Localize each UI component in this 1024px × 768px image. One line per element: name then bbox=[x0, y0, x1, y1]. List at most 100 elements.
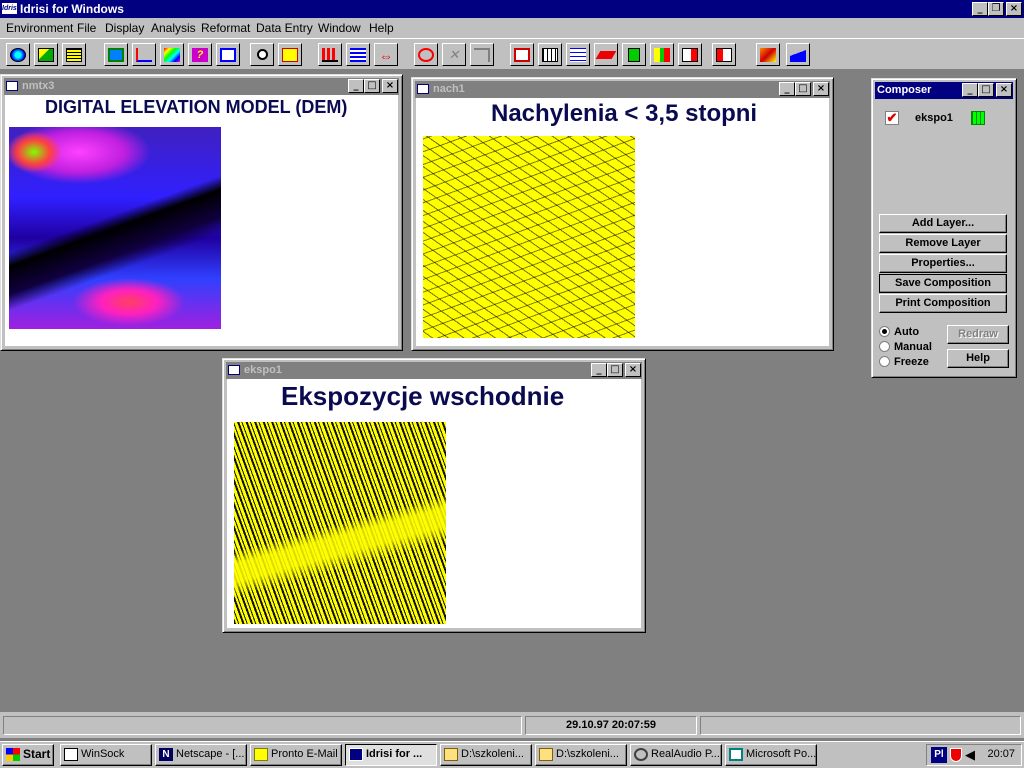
redraw-button[interactable]: Redraw bbox=[947, 325, 1009, 344]
menu-data-entry[interactable]: Data Entry bbox=[256, 21, 313, 35]
menu-analysis[interactable]: Analysis bbox=[151, 21, 196, 35]
system-tray: Pl ◀ 20:07 bbox=[926, 744, 1022, 766]
taskbar-button-idrisi[interactable]: Idrisi for ... bbox=[345, 744, 437, 766]
taskbar-button-powerpoint[interactable]: Microsoft Po... bbox=[725, 744, 817, 766]
minimize-button[interactable]: _ bbox=[779, 82, 795, 96]
target-button[interactable] bbox=[414, 43, 438, 66]
histogram-button[interactable] bbox=[318, 43, 342, 66]
list-tool-button[interactable] bbox=[62, 43, 86, 66]
composer-caption[interactable]: Composer _ □ × bbox=[875, 82, 1013, 99]
exchange-button[interactable]: ⇔ bbox=[374, 43, 398, 66]
minimize-button[interactable]: _ bbox=[591, 363, 607, 377]
window-ekspo1-caption[interactable]: ekspo1 _ □ × bbox=[226, 362, 642, 379]
radio-auto-indicator[interactable] bbox=[879, 326, 890, 337]
maximize-button[interactable]: □ bbox=[978, 83, 994, 97]
taskbar-button-netscape[interactable]: N Netscape - [... bbox=[155, 744, 247, 766]
query-button[interactable]: ? bbox=[188, 43, 212, 66]
add-layer-button[interactable]: Add Layer... bbox=[879, 214, 1007, 233]
task-label: Netscape - [... bbox=[176, 748, 245, 760]
tools-button[interactable]: ✕ bbox=[442, 43, 466, 66]
window-nach1-caption[interactable]: nach1 _ □ × bbox=[415, 81, 830, 98]
window-nmtx3-caption[interactable]: nmtx3 _ □ × bbox=[4, 78, 399, 95]
arrow-button[interactable] bbox=[470, 43, 494, 66]
palette-button[interactable] bbox=[160, 43, 184, 66]
close-button[interactable]: × bbox=[382, 79, 398, 93]
menu-window[interactable]: Window bbox=[318, 21, 361, 35]
legend-button[interactable] bbox=[566, 43, 590, 66]
composer-panel[interactable]: Composer _ □ × ✔ ekspo1 Add Layer... Rem… bbox=[871, 78, 1017, 378]
maximize-button[interactable]: □ bbox=[607, 363, 623, 377]
map-window-icon[interactable] bbox=[6, 81, 18, 91]
minimize-button[interactable]: _ bbox=[962, 83, 978, 97]
taskbar-button-folder-1[interactable]: D:\szkoleni... bbox=[440, 744, 532, 766]
checkmark-icon[interactable]: ✔ bbox=[885, 111, 899, 125]
print-composition-button[interactable]: Print Composition bbox=[879, 294, 1007, 313]
start-label: Start bbox=[23, 747, 51, 761]
layers-tool-button[interactable] bbox=[34, 43, 58, 66]
radio-manual-indicator[interactable] bbox=[879, 341, 890, 352]
remove-layer-button[interactable]: Remove Layer bbox=[879, 234, 1007, 253]
globe-tool-button[interactable] bbox=[6, 43, 30, 66]
layer-item-ekspo1[interactable]: ✔ ekspo1 bbox=[885, 111, 1005, 127]
add-item-button[interactable] bbox=[622, 43, 646, 66]
table-button[interactable] bbox=[538, 43, 562, 66]
save-composition-button[interactable]: Save Composition bbox=[879, 274, 1007, 293]
menu-display[interactable]: Display bbox=[105, 21, 144, 35]
map-tool-button[interactable] bbox=[104, 43, 128, 66]
minimize-button[interactable]: _ bbox=[348, 79, 364, 93]
taskbar-button-winsock[interactable]: WinSock bbox=[60, 744, 152, 766]
taskbar-button-pronto[interactable]: Pronto E-Mail bbox=[250, 744, 342, 766]
menu-reformat[interactable]: Reformat bbox=[201, 21, 250, 35]
radio-manual[interactable]: Manual bbox=[879, 341, 932, 353]
radio-freeze[interactable]: Freeze bbox=[879, 356, 929, 368]
grid-export-button[interactable] bbox=[712, 43, 736, 66]
maximize-button[interactable]: □ bbox=[364, 79, 380, 93]
close-button[interactable]: × bbox=[996, 83, 1012, 97]
radio-freeze-label: Freeze bbox=[894, 356, 929, 368]
layers-icon bbox=[38, 47, 54, 62]
menu-file[interactable]: File bbox=[77, 21, 96, 35]
zoom-button[interactable] bbox=[250, 43, 274, 66]
powerpoint-icon bbox=[729, 748, 743, 761]
waves-button[interactable] bbox=[346, 43, 370, 66]
scroll-button[interactable] bbox=[278, 43, 302, 66]
window-nmtx3[interactable]: nmtx3 _ □ × DIGITAL ELEVATION MODEL (DEM… bbox=[0, 74, 403, 351]
status-datetime: 29.10.97 20:07:59 bbox=[566, 719, 656, 731]
help-button[interactable]: Help bbox=[947, 349, 1009, 368]
volume-icon[interactable]: ◀ bbox=[965, 747, 975, 763]
menu-help[interactable]: Help bbox=[369, 21, 394, 35]
shield-icon[interactable] bbox=[950, 748, 962, 762]
minimize-button[interactable]: _ bbox=[972, 2, 988, 16]
menu-environment[interactable]: Environment bbox=[6, 21, 73, 35]
import-button[interactable] bbox=[510, 43, 534, 66]
map-window-icon[interactable] bbox=[228, 365, 240, 375]
window-tool-button[interactable] bbox=[216, 43, 240, 66]
taskbar-button-folder-2[interactable]: D:\szkoleni... bbox=[535, 744, 627, 766]
restore-button[interactable]: ❐ bbox=[988, 2, 1004, 16]
app-icon[interactable]: Idrisi bbox=[2, 3, 19, 14]
clock[interactable]: 20:07 bbox=[987, 748, 1015, 760]
radio-auto-label: Auto bbox=[894, 326, 920, 338]
export-button[interactable] bbox=[678, 43, 702, 66]
close-button[interactable]: × bbox=[1006, 2, 1022, 16]
legend-icon bbox=[570, 47, 586, 62]
radio-auto[interactable]: Auto bbox=[879, 326, 919, 338]
close-button[interactable]: × bbox=[813, 82, 829, 96]
terrain-button[interactable] bbox=[786, 43, 810, 66]
language-indicator[interactable]: Pl bbox=[931, 747, 947, 763]
properties-button[interactable]: Properties... bbox=[879, 254, 1007, 273]
app-titlebar[interactable]: Idrisi Idrisi for Windows _ ❐ × bbox=[0, 0, 1024, 18]
window-nach1[interactable]: nach1 _ □ × Nachylenia < 3,5 stopni bbox=[411, 77, 834, 351]
radio-freeze-indicator[interactable] bbox=[879, 356, 890, 367]
map-window-icon[interactable] bbox=[417, 84, 429, 94]
layer-button[interactable] bbox=[594, 43, 618, 66]
close-button[interactable]: × bbox=[625, 363, 641, 377]
start-button[interactable]: Start bbox=[2, 744, 54, 766]
raster-grid-icon[interactable] bbox=[971, 111, 985, 125]
taskbar-button-realaudio[interactable]: RealAudio P... bbox=[630, 744, 722, 766]
maximize-button[interactable]: □ bbox=[795, 82, 811, 96]
add-vector-button[interactable] bbox=[132, 43, 156, 66]
transfer-button[interactable] bbox=[650, 43, 674, 66]
window-ekspo1[interactable]: ekspo1 _ □ × Ekspozycje wschodnie bbox=[222, 358, 646, 633]
surface-button[interactable] bbox=[756, 43, 780, 66]
